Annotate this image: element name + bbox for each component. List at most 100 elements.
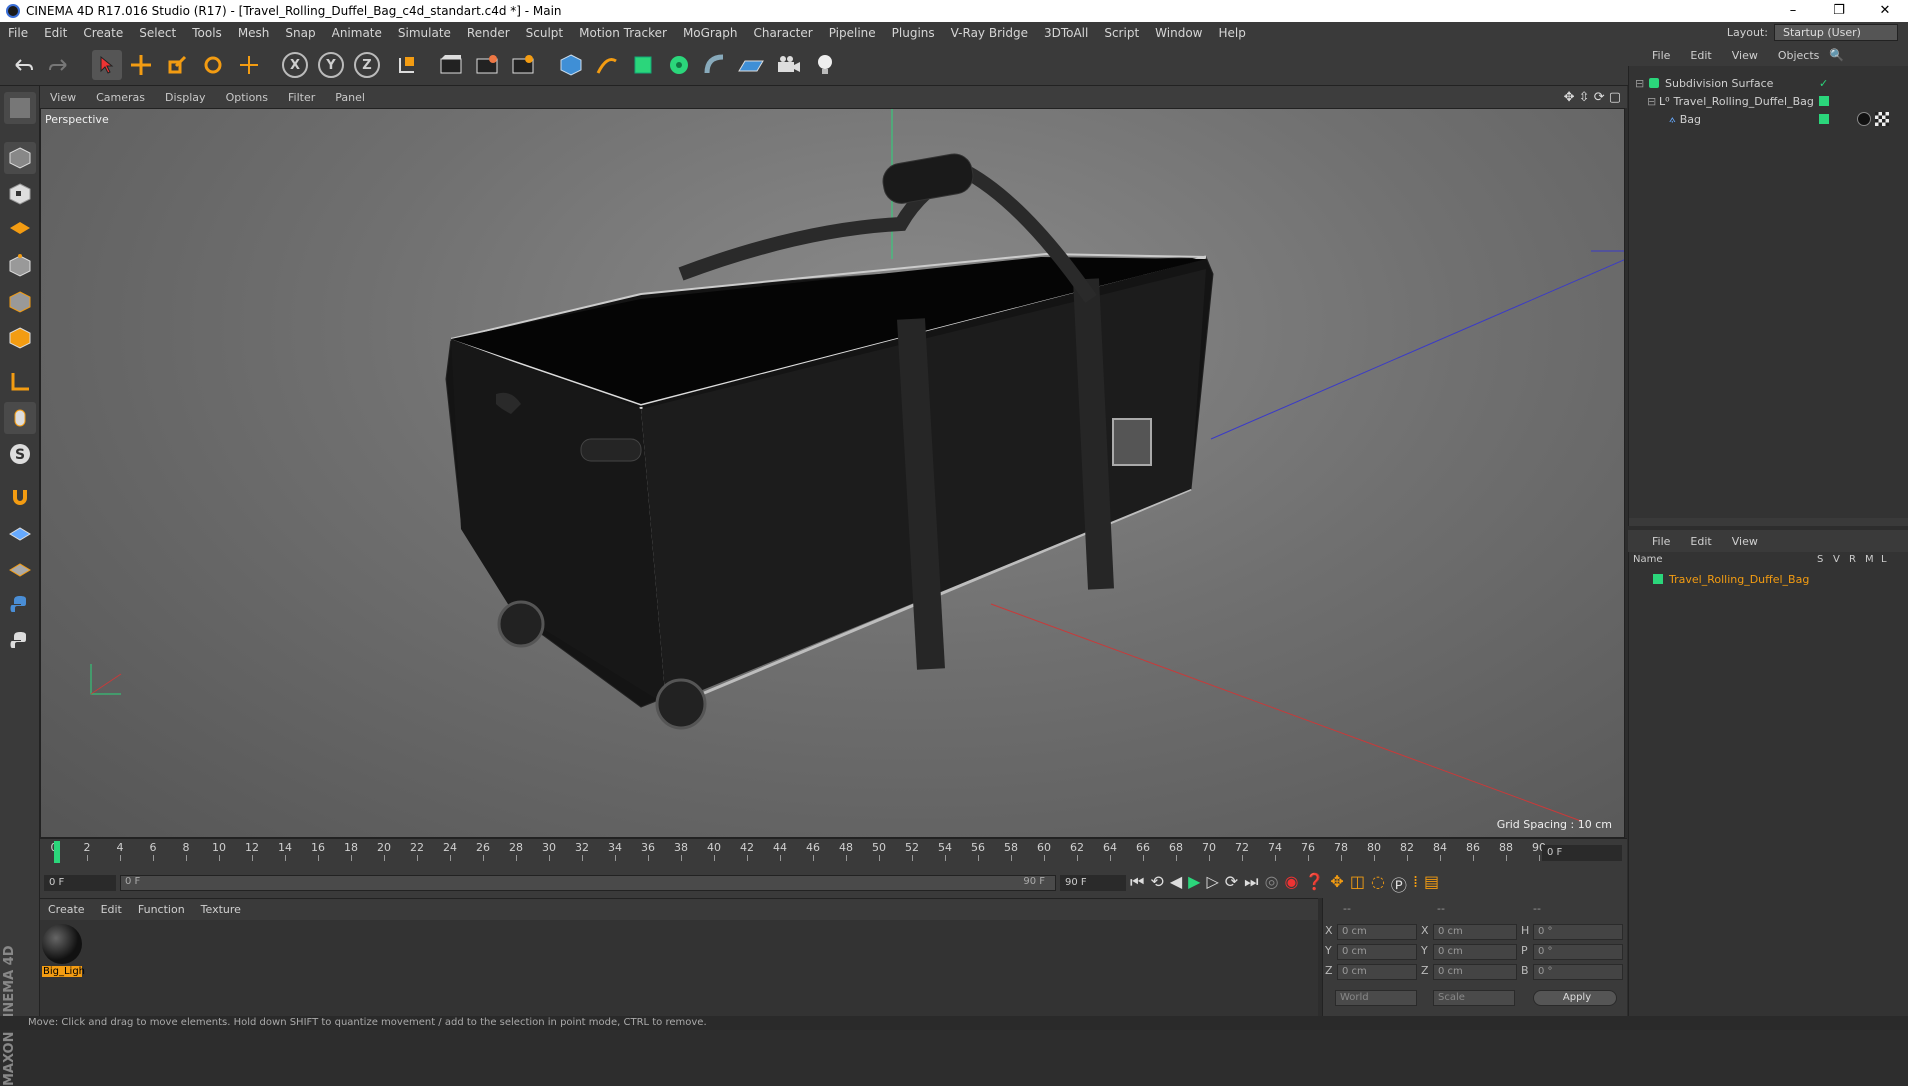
motion-record-icon[interactable]: ◎: [1265, 872, 1279, 896]
key-scale-icon[interactable]: ◫: [1350, 872, 1365, 896]
viewport-menu-view[interactable]: View: [40, 91, 86, 104]
menu-sculpt[interactable]: Sculpt: [518, 26, 571, 40]
material-menu-edit[interactable]: Edit: [93, 903, 130, 916]
axis-mode-icon[interactable]: [4, 366, 36, 398]
material-menu-texture[interactable]: Texture: [193, 903, 249, 916]
menu-plugins[interactable]: Plugins: [884, 26, 943, 40]
cube-primitive-icon[interactable]: [556, 50, 586, 80]
menu-create[interactable]: Create: [75, 26, 131, 40]
subdivision-surface-icon[interactable]: [628, 50, 658, 80]
pos-y-field[interactable]: 0 cm: [1337, 944, 1417, 960]
playhead[interactable]: [54, 841, 60, 863]
undo-icon[interactable]: [8, 50, 38, 80]
timeline-window-icon[interactable]: ▤: [1424, 872, 1439, 896]
menu-edit[interactable]: Edit: [36, 26, 75, 40]
rot-p-field[interactable]: 0 °: [1533, 944, 1623, 960]
menu-mesh[interactable]: Mesh: [230, 26, 278, 40]
layers-menu-edit[interactable]: Edit: [1680, 535, 1721, 548]
menu-character[interactable]: Character: [745, 26, 820, 40]
select-arrow-icon[interactable]: [92, 50, 122, 80]
make-editable-icon[interactable]: [4, 92, 36, 124]
viewport-menu-filter[interactable]: Filter: [278, 91, 325, 104]
objects-menu-objects[interactable]: Objects: [1768, 49, 1830, 62]
menu-3dtoall[interactable]: 3DToAll: [1036, 26, 1096, 40]
menu-script[interactable]: Script: [1096, 26, 1147, 40]
apply-button[interactable]: Apply: [1533, 990, 1617, 1006]
object-row-bag[interactable]: ⟑ Bag: [1629, 110, 1908, 128]
material-name-label[interactable]: Big_Ligh: [42, 966, 85, 977]
layers-menu-file[interactable]: File: [1628, 535, 1680, 548]
menu-render[interactable]: Render: [459, 26, 518, 40]
menu-pipeline[interactable]: Pipeline: [821, 26, 884, 40]
texture-tag-icon[interactable]: [1875, 112, 1889, 126]
size-z-field[interactable]: 0 cm: [1433, 964, 1517, 980]
viewport-nav-icons[interactable]: ✥ ⇳ ⟳ ▢: [1564, 90, 1621, 105]
axis-z-lock-button[interactable]: Z: [354, 52, 380, 78]
objects-menu-edit[interactable]: Edit: [1680, 49, 1721, 62]
minimize-button[interactable]: –: [1770, 0, 1816, 22]
move-tool-icon[interactable]: [126, 50, 156, 80]
layers-menu-view[interactable]: View: [1722, 535, 1768, 548]
record-keys-icon[interactable]: ◉: [1285, 872, 1299, 896]
expand-toggle-icon[interactable]: ⊟: [1647, 95, 1656, 108]
objects-menu-view[interactable]: View: [1722, 49, 1768, 62]
menu-simulate[interactable]: Simulate: [390, 26, 459, 40]
key-rotation-icon[interactable]: ◌: [1371, 872, 1385, 896]
object-row-duffel-bag[interactable]: ⊟ L⁰ Travel_Rolling_Duffel_Bag: [1629, 92, 1908, 110]
floor-environment-icon[interactable]: [736, 50, 766, 80]
render-settings-icon[interactable]: [508, 50, 538, 80]
tweak-mode-icon[interactable]: [4, 402, 36, 434]
3d-viewport[interactable]: Perspective Grid Spacing : 10 cm: [40, 108, 1625, 838]
menu-select[interactable]: Select: [131, 26, 184, 40]
viewport-menu-display[interactable]: Display: [155, 91, 216, 104]
pos-x-field[interactable]: 0 cm: [1337, 924, 1417, 940]
viewport-menu-options[interactable]: Options: [216, 91, 278, 104]
menu-window[interactable]: Window: [1147, 26, 1210, 40]
edges-mode-icon[interactable]: [4, 286, 36, 318]
render-view-icon[interactable]: [436, 50, 466, 80]
python-plugin-icon[interactable]: [4, 626, 36, 658]
live-select-icon[interactable]: [234, 50, 264, 80]
menu-tools[interactable]: Tools: [184, 26, 230, 40]
rotate-tool-icon[interactable]: [198, 50, 228, 80]
material-tag-icon[interactable]: [1857, 112, 1871, 126]
light-icon[interactable]: [810, 50, 840, 80]
magnet-icon[interactable]: [4, 482, 36, 514]
model-mode-icon[interactable]: [4, 142, 36, 174]
layout-dropdown[interactable]: Startup (User): [1774, 24, 1898, 41]
menu-help[interactable]: Help: [1210, 26, 1253, 40]
timeline-ruler[interactable]: 0246810121416182022242628303234363840424…: [40, 838, 1627, 868]
camera-icon[interactable]: [774, 50, 804, 80]
end-frame-field[interactable]: 90 F: [1060, 875, 1126, 891]
axis-x-lock-button[interactable]: X: [282, 52, 308, 78]
frame-range-slider[interactable]: 0 F 90 F: [120, 875, 1056, 891]
size-y-field[interactable]: 0 cm: [1433, 944, 1517, 960]
workplane-mode-icon[interactable]: [4, 212, 36, 244]
menu-file[interactable]: File: [0, 26, 36, 40]
key-parameter-icon[interactable]: Ⓟ: [1391, 872, 1407, 896]
pos-z-field[interactable]: 0 cm: [1337, 964, 1417, 980]
python-script-icon[interactable]: [4, 590, 36, 622]
go-to-end-icon[interactable]: ⏭: [1244, 872, 1258, 896]
layer-color-swatch[interactable]: [1819, 96, 1829, 106]
key-position-icon[interactable]: ✥: [1330, 872, 1343, 896]
layer-color-swatch[interactable]: [1819, 114, 1829, 124]
viewport-menu-panel[interactable]: Panel: [325, 91, 375, 104]
axis-y-lock-button[interactable]: Y: [318, 52, 344, 78]
material-menu-create[interactable]: Create: [40, 903, 93, 916]
autokey-icon[interactable]: ❓: [1305, 872, 1325, 896]
cloner-icon[interactable]: [664, 50, 694, 80]
go-to-start-icon[interactable]: ⏮: [1130, 872, 1144, 896]
points-mode-icon[interactable]: [4, 250, 36, 282]
redo-icon[interactable]: [44, 50, 74, 80]
locked-workplane-icon[interactable]: [4, 518, 36, 550]
previous-frame-icon[interactable]: ◀: [1170, 872, 1182, 896]
polygons-mode-icon[interactable]: [4, 322, 36, 354]
rot-h-field[interactable]: 0 °: [1533, 924, 1623, 940]
layer-row[interactable]: Travel_Rolling_Duffel_Bag: [1629, 570, 1908, 588]
restore-button[interactable]: ❐: [1816, 0, 1862, 22]
next-key-icon[interactable]: ⟳: [1225, 872, 1238, 896]
snap-icon[interactable]: S: [4, 438, 36, 470]
planar-workplane-icon[interactable]: [4, 554, 36, 586]
menu-animate[interactable]: Animate: [324, 26, 390, 40]
